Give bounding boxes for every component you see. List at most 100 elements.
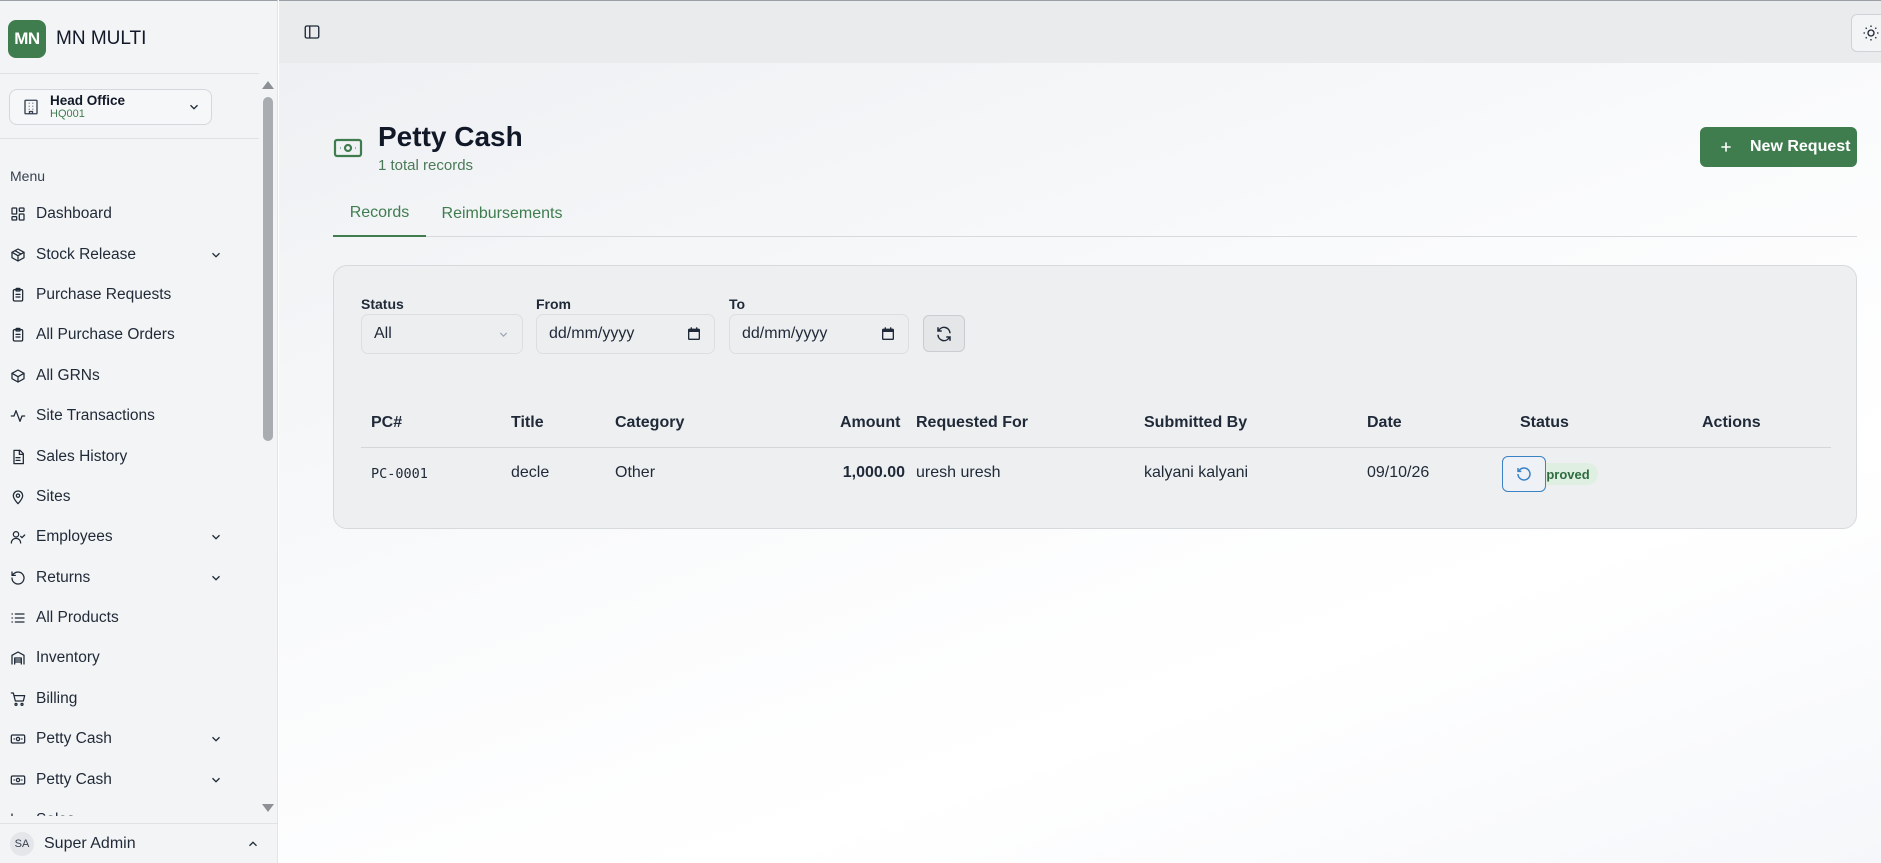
- sidebar-item-petty-cash[interactable]: Petty Cash: [0, 719, 259, 759]
- brand-name: MN MULTI: [56, 28, 147, 49]
- sidebar-item-stock-release[interactable]: Stock Release: [0, 234, 259, 274]
- clipboard-icon: [10, 327, 26, 343]
- sidebar-item-label: Petty Cash: [36, 730, 112, 748]
- sidebar-item-all-purchase-orders[interactable]: All Purchase Orders: [0, 315, 259, 355]
- col-date: Date: [1367, 414, 1402, 431]
- sidebar-item-label: Inventory: [36, 649, 100, 667]
- col-title: Title: [511, 414, 544, 431]
- sidebar-item-site-transactions[interactable]: Site Transactions: [0, 396, 259, 436]
- warehouse-icon: [10, 650, 26, 666]
- scroll-up-arrow[interactable]: [262, 81, 274, 89]
- from-date-placeholder: dd/mm/yyyy: [549, 325, 635, 342]
- cell-amount: 1,000.00: [842, 464, 905, 481]
- record-count: 1 total records: [378, 157, 474, 174]
- scroll-thumb[interactable]: [263, 97, 273, 441]
- status-select-value: All: [374, 325, 392, 342]
- divider: [0, 138, 259, 139]
- cash-icon: [10, 731, 26, 747]
- cell-title: decle: [511, 464, 550, 481]
- calendar-icon: [688, 327, 700, 340]
- sidebar-toggle-button[interactable]: [303, 23, 321, 41]
- tab-bar: Records Reimbursements: [333, 191, 1857, 237]
- theme-toggle-button[interactable]: [1851, 14, 1881, 52]
- avatar: SA: [10, 832, 34, 856]
- activity-icon: [10, 408, 26, 424]
- chevron-down-icon: [187, 100, 201, 114]
- records-card: Status All From dd/mm/yyyy To dd/mm/yyyy…: [333, 265, 1857, 529]
- chevron-down-icon: [209, 571, 223, 585]
- list-icon: [10, 610, 26, 626]
- sidebar: MN MN MULTI Head Office HQ001 Menu Dashb…: [0, 0, 278, 863]
- revert-action-button[interactable]: [1502, 456, 1546, 492]
- tab-records[interactable]: Records: [333, 191, 426, 237]
- user-name: Super Admin: [44, 835, 136, 852]
- sidebar-item-billing[interactable]: Billing: [0, 679, 259, 719]
- refresh-button[interactable]: [923, 315, 965, 352]
- chevron-down-icon: [209, 732, 223, 746]
- branch-code: HQ001: [50, 108, 85, 121]
- from-filter-label: From: [536, 296, 571, 312]
- sidebar-item-label: All Purchase Orders: [36, 326, 175, 344]
- from-date-input[interactable]: dd/mm/yyyy: [536, 314, 715, 354]
- sidebar-item-all-grns[interactable]: All GRNs: [0, 356, 259, 396]
- to-filter-label: To: [729, 296, 746, 312]
- new-request-button[interactable]: New Request: [1700, 127, 1857, 167]
- col-pc: PC#: [371, 414, 403, 431]
- rotate-ccw-icon: [1517, 467, 1531, 481]
- sidebar-item-purchase-requests[interactable]: Purchase Requests: [0, 275, 259, 315]
- cell-date: 09/10/26: [1367, 464, 1430, 481]
- cash-icon: [10, 772, 26, 788]
- banknote-icon: [333, 137, 363, 159]
- scroll-down-arrow[interactable]: [262, 804, 274, 812]
- col-submitted-by: Submitted By: [1144, 414, 1248, 431]
- menu-label: Menu: [10, 168, 46, 184]
- sun-icon: [1863, 25, 1879, 41]
- cart-icon: [10, 691, 26, 707]
- cell-submitted-by: kalyani kalyani: [1144, 464, 1249, 481]
- status-select[interactable]: All: [361, 314, 523, 354]
- sidebar-item-label: Sites: [36, 487, 71, 505]
- user-check-icon: [10, 529, 26, 545]
- col-category: Category: [615, 414, 685, 431]
- tab-reimbursements[interactable]: Reimbursements: [432, 191, 572, 237]
- refresh-icon: [937, 326, 951, 341]
- new-request-label: New Request: [1750, 138, 1851, 155]
- sidebar-item-label: Purchase Requests: [36, 285, 172, 303]
- user-menu[interactable]: SA Super Admin: [0, 823, 278, 863]
- divider: [0, 73, 259, 74]
- sidebar-item-sales-history[interactable]: Sales History: [0, 436, 259, 476]
- sidebar-item-sites[interactable]: Sites: [0, 477, 259, 517]
- chevron-down-icon: [499, 331, 508, 337]
- sidebar-item-label: All GRNs: [36, 366, 100, 384]
- dashboard-icon: [10, 206, 26, 222]
- chevron-down-icon: [209, 530, 223, 544]
- sidebar-item-employees[interactable]: Employees: [0, 517, 259, 557]
- building-icon: [22, 98, 40, 116]
- branch-selector[interactable]: Head Office HQ001: [9, 89, 212, 125]
- sidebar-scrollbar[interactable]: [259, 77, 278, 816]
- status-filter-label: Status: [361, 296, 404, 312]
- cell-pc: PC-0001: [371, 466, 428, 482]
- sidebar-item-label: All Products: [36, 609, 119, 627]
- package-icon: [10, 368, 26, 384]
- box-icon: [10, 247, 26, 263]
- sidebar-item-sales[interactable]: Sales: [0, 800, 259, 816]
- to-date-input[interactable]: dd/mm/yyyy: [729, 314, 909, 354]
- sidebar-item-returns[interactable]: Returns: [0, 558, 259, 598]
- calendar-icon: [882, 327, 894, 340]
- sidebar-item-all-products[interactable]: All Products: [0, 598, 259, 638]
- branch-name: Head Office: [50, 92, 126, 108]
- brand[interactable]: MN MN MULTI: [8, 20, 146, 58]
- sidebar-item-label: Petty Cash: [36, 770, 112, 788]
- panel-left-icon: [304, 25, 320, 39]
- table-header-divider: [361, 447, 1831, 448]
- sidebar-item-petty-cash[interactable]: Petty Cash: [0, 759, 259, 799]
- clipboard-icon: [10, 287, 26, 303]
- plus-icon: [1721, 142, 1731, 152]
- sidebar-item-label: Stock Release: [36, 245, 136, 263]
- document-icon: [10, 449, 26, 465]
- sidebar-item-dashboard[interactable]: Dashboard: [0, 194, 259, 234]
- sidebar-item-label: Site Transactions: [36, 407, 155, 425]
- sidebar-item-label: Dashboard: [36, 205, 112, 223]
- sidebar-item-inventory[interactable]: Inventory: [0, 638, 259, 678]
